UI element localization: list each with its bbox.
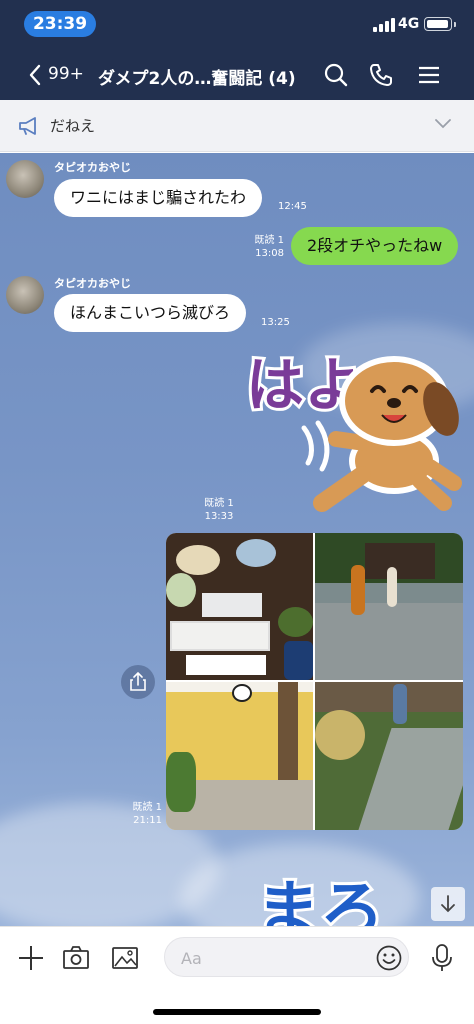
plus-icon[interactable]	[16, 943, 46, 973]
back-button[interactable]: 99+	[22, 58, 86, 92]
sender-name: タピオカおやじ	[54, 277, 131, 290]
share-button[interactable]	[121, 665, 155, 699]
outgoing-message[interactable]: 2段オチやったねw	[291, 227, 459, 265]
sticker-maro-partial[interactable]: まろ	[250, 841, 440, 926]
sender-name: タピオカおやじ	[54, 161, 131, 174]
scroll-to-bottom-button[interactable]	[431, 887, 465, 921]
image-icon[interactable]	[110, 943, 140, 973]
dog-sticker[interactable]: はよ	[244, 343, 466, 521]
chevron-down-icon[interactable]	[434, 118, 452, 130]
battery-icon	[424, 17, 456, 31]
message-time: 13:08	[255, 248, 284, 259]
phone-icon[interactable]	[368, 62, 394, 88]
read-receipt: 既読 1	[132, 802, 162, 813]
microphone-icon[interactable]	[427, 943, 457, 973]
status-time: 23:39	[24, 11, 96, 37]
message-time: 12:45	[278, 201, 307, 212]
search-icon[interactable]	[323, 62, 349, 88]
message-time: 13:33	[204, 511, 234, 522]
home-indicator	[153, 1009, 321, 1015]
avatar[interactable]	[6, 160, 44, 198]
unread-count: 99+	[48, 64, 84, 84]
photo-garden-path[interactable]	[315, 533, 463, 680]
emoji-icon[interactable]	[375, 944, 403, 972]
share-icon	[130, 671, 146, 691]
avatar[interactable]	[6, 276, 44, 314]
sticker-maro-text: まろ	[256, 875, 384, 926]
message-field[interactable]	[164, 937, 409, 977]
message-time: 13:25	[261, 317, 290, 328]
incoming-message[interactable]: ワニにはまじ騙されたわ	[54, 179, 263, 217]
arrow-down-icon	[441, 895, 455, 913]
photo-album[interactable]	[166, 533, 463, 830]
message-input[interactable]	[181, 947, 361, 969]
photo-stone-walkway[interactable]	[315, 682, 463, 830]
photo-yellow-wall[interactable]	[166, 682, 313, 830]
message-time: 21:11	[133, 815, 162, 826]
network-type: 4G	[398, 16, 420, 32]
chat-title[interactable]: ダメプ2人の…奮闘記 (4)	[98, 64, 310, 89]
message-input-bar	[0, 926, 474, 1024]
read-receipt: 既読 1	[254, 235, 284, 246]
chat-area[interactable]: タピオカおやじ ワニにはまじ騙されたわ 12:45 既読 1 13:08 2段オ…	[0, 153, 474, 926]
signal-strength-icon	[373, 18, 395, 32]
read-receipt: 既読 1	[204, 498, 234, 509]
back-chevron-icon	[29, 64, 41, 86]
camera-icon[interactable]	[61, 943, 91, 973]
announcement-text: だねえ	[50, 117, 96, 135]
top-bar: 23:39 4G 99+ ダメプ2人の…奮闘記 (4)	[0, 0, 474, 100]
incoming-message[interactable]: ほんまこいつら滅びろ	[54, 294, 247, 332]
menu-icon[interactable]	[416, 62, 442, 88]
announcement-bar[interactable]: だねえ	[0, 100, 474, 152]
photo-food-tray[interactable]	[166, 533, 313, 680]
megaphone-icon	[19, 117, 36, 135]
